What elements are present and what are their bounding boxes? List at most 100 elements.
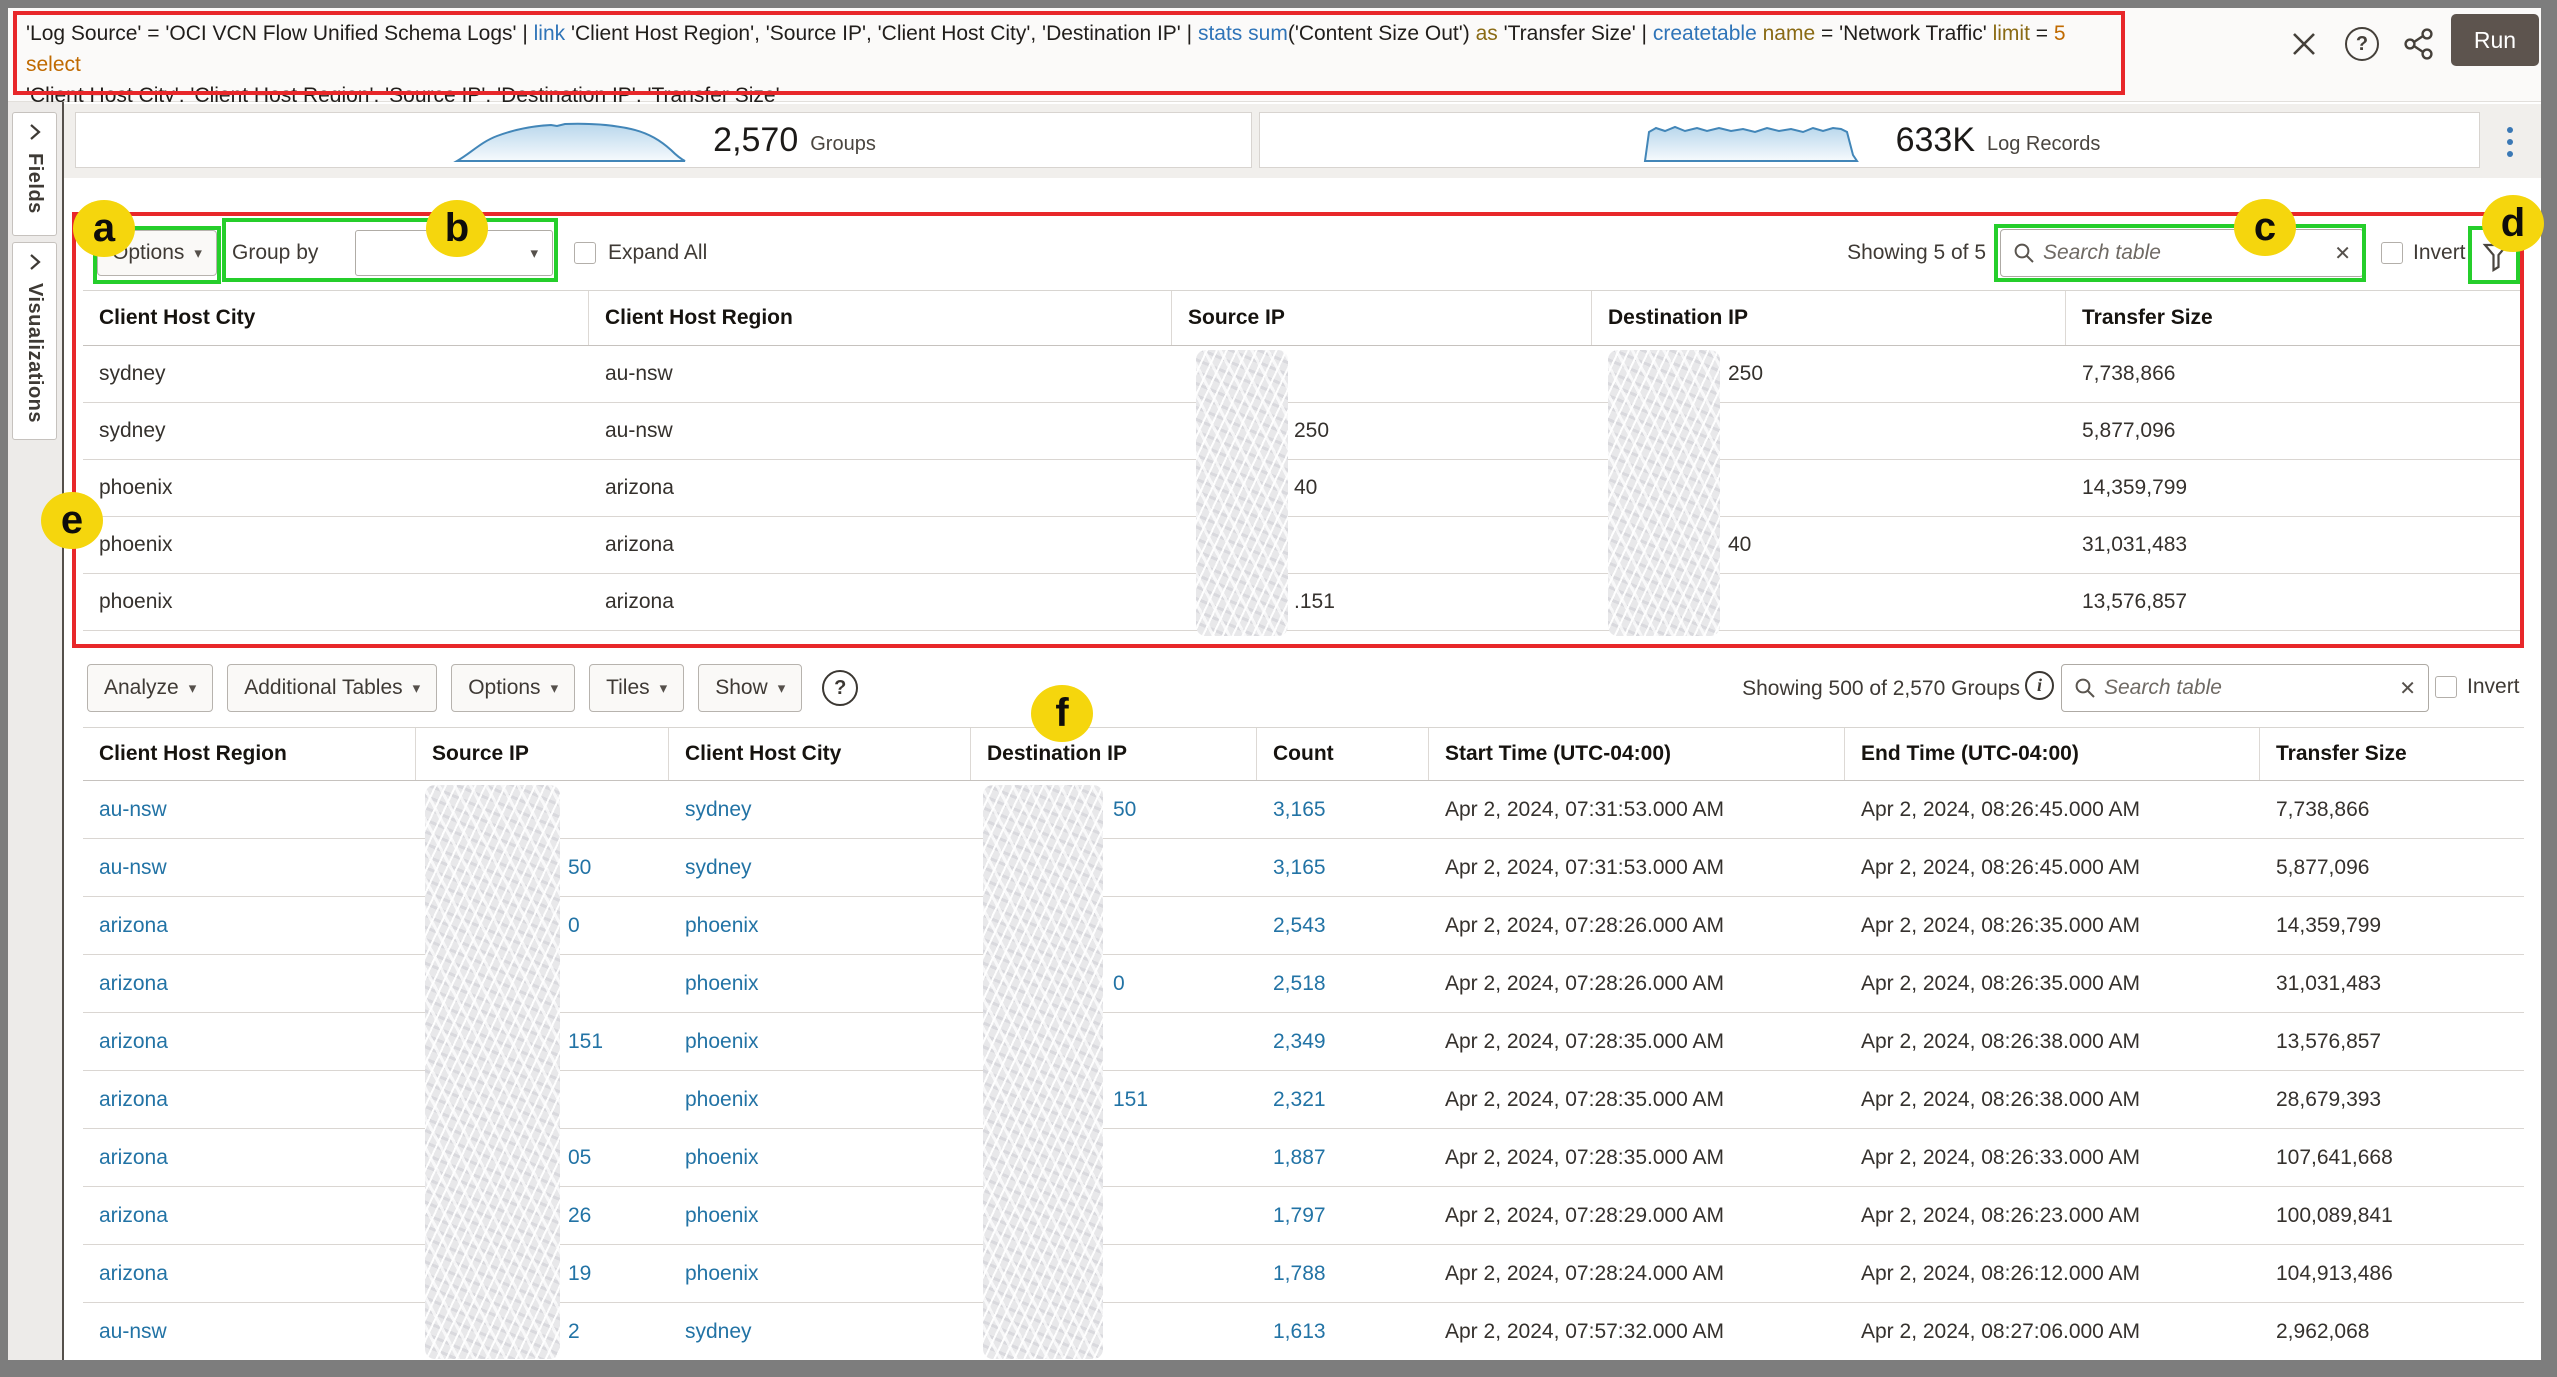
groups-summary-card[interactable]: 2,570 Groups [75, 112, 1252, 168]
cell-count[interactable]: 3,165 [1257, 781, 1429, 838]
cell-end: Apr 2, 2024, 08:26:38.000 AM [1845, 1013, 2260, 1070]
show-button[interactable]: Show▾ [698, 664, 802, 712]
cell-count[interactable]: 1,887 [1257, 1129, 1429, 1186]
network-traffic-header-client-host-region[interactable]: Client Host Region [589, 291, 1172, 345]
cell-region[interactable]: arizona [83, 1129, 416, 1186]
cell-count[interactable]: 1,797 [1257, 1187, 1429, 1244]
cell-count[interactable]: 3,165 [1257, 839, 1429, 896]
share-icon[interactable] [2400, 25, 2438, 63]
cell-count[interactable]: 1,613 [1257, 1303, 1429, 1360]
cell-region[interactable]: arizona [83, 897, 416, 954]
table-row: sydneyau-nsw2507,738,866 [83, 346, 2524, 403]
close-icon[interactable] [2285, 25, 2323, 63]
table2-showing-count: Showing 500 of 2,570 Groups [1680, 676, 2020, 702]
cell-region[interactable]: arizona [83, 1245, 416, 1302]
cell-city[interactable]: phoenix [669, 1013, 971, 1070]
redaction-overlay-destination-ip [983, 785, 1103, 1359]
query-segment: limit [1993, 22, 2030, 45]
table1-invert-label: Invert [2413, 240, 2466, 266]
expand-all-checkbox[interactable] [574, 242, 596, 264]
groups-header-transfer-size[interactable]: Transfer Size [2260, 728, 2524, 780]
table1-search: ✕ [2000, 229, 2364, 277]
cell-city[interactable]: sydney [669, 1303, 971, 1360]
visualizations-panel-tab[interactable]: Visualizations [12, 242, 57, 440]
redaction-overlay-source-ip [425, 785, 560, 1359]
network-traffic-header-destination-ip[interactable]: Destination IP [1592, 291, 2066, 345]
query-segment: select [26, 53, 81, 76]
network-traffic-header-source-ip[interactable]: Source IP [1172, 291, 1592, 345]
cell-city[interactable]: phoenix [669, 1129, 971, 1186]
cell-region[interactable]: arizona [83, 1071, 416, 1128]
group-by-label: Group by [232, 240, 318, 266]
cell-region[interactable]: au-nsw [83, 781, 416, 838]
table2-search-input[interactable] [2104, 676, 2391, 700]
groups-header-client-host-city[interactable]: Client Host City [669, 728, 971, 780]
group-by-dropdown[interactable]: ▾ [355, 230, 553, 276]
table2-invert-checkbox[interactable] [2435, 676, 2457, 698]
network-traffic-table-header: Client Host CityClient Host RegionSource… [83, 290, 2524, 346]
additional-tables-button[interactable]: Additional Tables ▾ [227, 664, 437, 712]
fields-panel-tab[interactable]: Fields [12, 112, 57, 236]
clear-search-icon[interactable]: ✕ [2334, 241, 2351, 266]
network-traffic-header-client-host-city[interactable]: Client Host City [83, 291, 589, 345]
chevron-down-icon: ▾ [551, 679, 559, 697]
cell-count[interactable]: 2,518 [1257, 955, 1429, 1012]
groups-sparkline [451, 117, 701, 163]
cell-city[interactable]: phoenix [669, 1245, 971, 1302]
cell-city[interactable]: phoenix [669, 897, 971, 954]
tiles-button[interactable]: Tiles▾ [589, 664, 684, 712]
kebab-menu-icon[interactable] [2500, 120, 2520, 164]
cell-region[interactable]: arizona [83, 1187, 416, 1244]
button-label: Additional Tables [244, 676, 402, 700]
options-button[interactable]: Options▾ [451, 664, 575, 712]
analyze-button[interactable]: Analyze▾ [87, 664, 213, 712]
cell-end: Apr 2, 2024, 08:26:45.000 AM [1845, 839, 2260, 896]
run-button[interactable]: Run [2451, 14, 2539, 66]
app-window: 'Log Source' = 'OCI VCN Flow Unified Sch… [8, 8, 2541, 1360]
cell-end: Apr 2, 2024, 08:26:12.000 AM [1845, 1245, 2260, 1302]
cell-region[interactable]: au-nsw [83, 839, 416, 896]
table1-search-input[interactable] [2043, 241, 2326, 265]
cell-city[interactable]: phoenix [669, 1071, 971, 1128]
chevron-down-icon: ▾ [660, 679, 668, 697]
cell-end: Apr 2, 2024, 08:26:35.000 AM [1845, 897, 2260, 954]
groups-header-source-ip[interactable]: Source IP [416, 728, 669, 780]
cell-city[interactable]: phoenix [669, 1187, 971, 1244]
groups-header-count[interactable]: Count [1257, 728, 1429, 780]
cell-region[interactable]: au-nsw [83, 1303, 416, 1360]
help-icon[interactable]: ? [2343, 25, 2381, 63]
cell-count[interactable]: 2,349 [1257, 1013, 1429, 1070]
cell-count[interactable]: 2,543 [1257, 897, 1429, 954]
network-traffic-header-transfer-size[interactable]: Transfer Size [2066, 291, 2524, 345]
redaction-overlay-source-ip [1196, 350, 1288, 636]
cell-region[interactable]: arizona [83, 955, 416, 1012]
groups-header-start-time-utc-04-00-[interactable]: Start Time (UTC-04:00) [1429, 728, 1845, 780]
cell-city[interactable]: sydney [669, 839, 971, 896]
clear-search-icon[interactable]: ✕ [2399, 676, 2416, 701]
help-icon[interactable]: ? [822, 670, 858, 706]
options-button[interactable]: Options ▾ [97, 230, 217, 276]
groups-header-end-time-utc-04-00-[interactable]: End Time (UTC-04:00) [1845, 728, 2260, 780]
filter-funnel-icon[interactable] [2476, 234, 2516, 280]
groups-header-client-host-region[interactable]: Client Host Region [83, 728, 416, 780]
cell-start: Apr 2, 2024, 07:28:26.000 AM [1429, 955, 1845, 1012]
table1-invert-checkbox[interactable] [2381, 242, 2403, 264]
cell-city[interactable]: phoenix [669, 955, 971, 1012]
query-segment: sum [1248, 22, 1288, 45]
cell-region[interactable]: arizona [83, 1013, 416, 1070]
options-button-label: Options [112, 241, 184, 265]
button-label: Analyze [104, 676, 179, 700]
search-icon [2013, 242, 2035, 264]
cell-count[interactable]: 2,321 [1257, 1071, 1429, 1128]
cell-count[interactable]: 1,788 [1257, 1245, 1429, 1302]
cell-size: 7,738,866 [2260, 781, 2524, 838]
screenshot-root: 'Log Source' = 'OCI VCN Flow Unified Sch… [0, 0, 2557, 1377]
groups-header-destination-ip[interactable]: Destination IP [971, 728, 1257, 780]
cell-city[interactable]: sydney [669, 781, 971, 838]
cell-size: 13,576,857 [2066, 574, 2524, 630]
info-icon[interactable]: i [2025, 671, 2054, 700]
query-input[interactable]: 'Log Source' = 'OCI VCN Flow Unified Sch… [26, 18, 2106, 111]
chevron-down-icon: ▾ [413, 679, 421, 697]
table-row: phoenixarizona4014,359,799 [83, 460, 2524, 517]
log-records-summary-card[interactable]: 633K Log Records [1259, 112, 2480, 168]
